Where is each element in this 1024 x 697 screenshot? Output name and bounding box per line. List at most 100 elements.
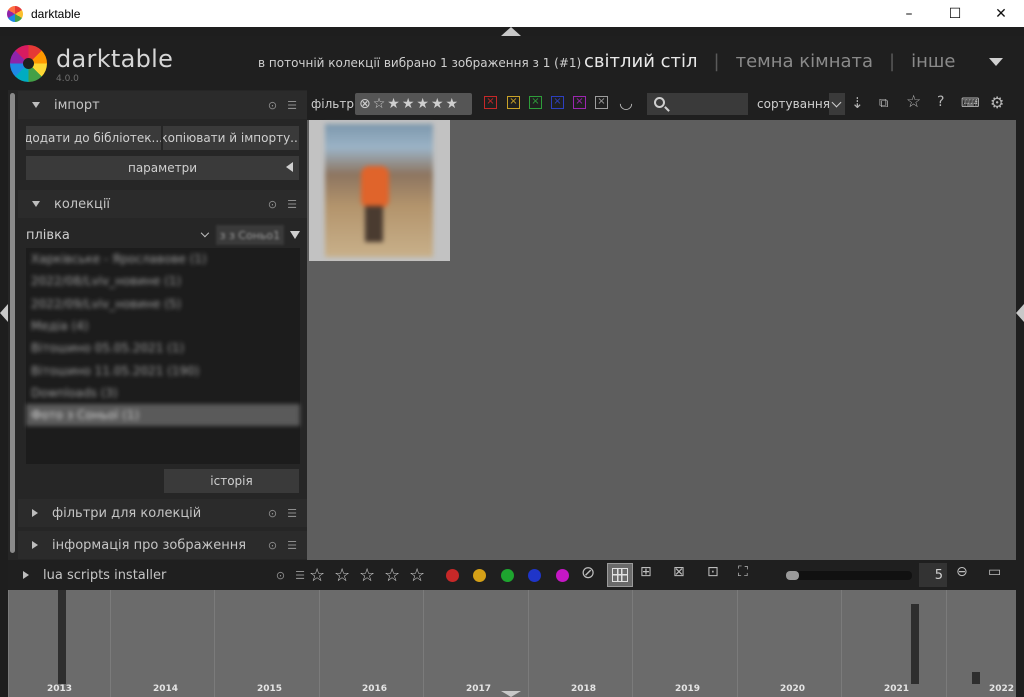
list-item[interactable]: 2022/08/Lviv_новине (1) [26, 270, 300, 292]
presets-icon[interactable]: ☰ [287, 539, 297, 552]
add-to-library-button[interactable]: додати до бібліотек... [26, 126, 161, 150]
star-icon[interactable]: ★ [402, 96, 415, 112]
settings-gear-icon[interactable]: ⚙ [990, 93, 1004, 112]
collection-property-select[interactable]: плівка [26, 228, 202, 243]
collapse-bottom-panel-arrow-icon[interactable] [501, 691, 521, 697]
timeline-year-2015[interactable]: 2015 [214, 590, 319, 697]
color-label-red-dot[interactable] [446, 569, 459, 582]
star-icon[interactable]: ★ [387, 96, 400, 112]
presets-icon[interactable]: ☰ [287, 198, 297, 211]
view-other[interactable]: інше [911, 51, 955, 72]
minimize-button[interactable]: – [886, 0, 932, 27]
rating-filter[interactable]: ⊗ ☆ ★ ★ ★ ★ ★ [355, 93, 472, 115]
list-item[interactable]: Downloads (3) [26, 382, 300, 404]
timeline-year-2016[interactable]: 2016 [319, 590, 423, 697]
list-item[interactable]: Харківське - Ярославове (1) [26, 248, 300, 270]
reset-icon[interactable]: ⊙ [268, 507, 277, 520]
collapse-right-panel-arrow-icon[interactable] [1016, 304, 1024, 322]
and-or-toggle-icon[interactable]: ◡ [619, 93, 633, 112]
presets-icon[interactable]: ☰ [287, 507, 297, 520]
history-button[interactable]: історія [164, 469, 299, 493]
sort-order-icon[interactable]: ⇣ [851, 94, 864, 112]
culling-dynamic-layout-icon[interactable]: ⊡ [707, 564, 719, 580]
timeline-year-2018[interactable]: 2018 [528, 590, 632, 697]
module-collection-filters-header[interactable]: фільтри для колекцій ⊙ ☰ [18, 499, 307, 527]
list-item-selected[interactable]: Фото з Соньої (1) [26, 404, 300, 427]
reset-icon[interactable]: ⊙ [268, 198, 277, 211]
help-icon[interactable]: ? [937, 94, 944, 110]
list-item[interactable]: 2022/09/Lviv_новине (5) [26, 293, 300, 315]
grouping-icon[interactable]: ⧉ [879, 96, 888, 111]
sort-label[interactable]: сортування [757, 97, 830, 111]
color-label-yellow-dot[interactable] [473, 569, 486, 582]
timeline-year-2017[interactable]: 2017 [423, 590, 528, 697]
color-label-blue-toggle[interactable]: × [551, 96, 564, 109]
culling-layout-icon[interactable]: ⊠ [673, 564, 685, 580]
timeline-year-2019[interactable]: 2019 [632, 590, 737, 697]
timeline-year-2022[interactable]: 2022 [946, 590, 1016, 697]
star-icon[interactable]: ★ [446, 96, 459, 112]
maximize-button[interactable]: ☐ [932, 0, 978, 27]
zoom-slider[interactable] [786, 571, 912, 580]
star-overlay-icon[interactable]: ☆ [906, 92, 921, 112]
timeline-year-2021[interactable]: 2021 [841, 590, 946, 697]
import-parameters-button[interactable]: параметри [26, 156, 299, 180]
star-outline-icon[interactable]: ☆ [373, 96, 386, 112]
view-lighttable[interactable]: світлий стіл [584, 51, 698, 72]
copy-and-import-button[interactable]: копіювати й імпорту... [163, 126, 299, 150]
collapse-left-panel-arrow-icon[interactable] [0, 304, 8, 322]
close-button[interactable]: ✕ [978, 0, 1024, 27]
collection-value-input[interactable]: з з Соньо1 [215, 225, 284, 245]
module-import-header[interactable]: імпорт ⊙ ☰ [18, 91, 307, 119]
list-item[interactable]: Вітошино 11.05.2021 (190) [26, 359, 300, 381]
keyboard-shortcuts-icon[interactable]: ⌨ [961, 96, 980, 111]
rule-menu-arrow-icon[interactable] [290, 231, 300, 239]
star-icon[interactable]: ★ [416, 96, 429, 112]
logo-text: darktable [56, 45, 174, 73]
presets-icon[interactable]: ☰ [287, 99, 297, 112]
zoomable-layout-icon[interactable]: ⊞ [640, 564, 652, 580]
reset-icon[interactable]: ⊙ [276, 569, 285, 582]
module-lua-scripts-header[interactable]: lua scripts installer ⊙ ☰ [18, 560, 307, 590]
rate-star-2-icon[interactable]: ☆ [334, 565, 350, 586]
rate-star-5-icon[interactable]: ☆ [409, 565, 425, 586]
zoom-value-input[interactable]: 5 [919, 563, 947, 587]
presets-icon[interactable]: ☰ [295, 569, 305, 582]
preview-layout-icon[interactable]: ⛶ [738, 564, 748, 580]
color-label-blue-dot[interactable] [528, 569, 541, 582]
color-label-purple-dot[interactable] [556, 569, 569, 582]
collapse-top-panel-arrow-icon[interactable] [501, 27, 521, 36]
color-label-red-toggle[interactable]: × [484, 96, 497, 109]
left-panel-scrollbar[interactable] [10, 93, 15, 553]
list-item[interactable]: Медіа (4) [26, 315, 300, 337]
view-darkroom[interactable]: темна кімната [736, 51, 873, 72]
color-label-purple-toggle[interactable]: × [573, 96, 586, 109]
rate-star-4-icon[interactable]: ☆ [384, 565, 400, 586]
reject-filter-icon[interactable]: ⊗ [359, 96, 371, 112]
search-input[interactable] [647, 93, 748, 115]
search-icon [654, 97, 665, 108]
reset-icon[interactable]: ⊙ [268, 99, 277, 112]
reset-icon[interactable]: ⊙ [268, 539, 277, 552]
module-image-info-header[interactable]: інформація про зображення ⊙ ☰ [18, 531, 307, 559]
display-profile-icon[interactable]: ▭ [988, 564, 1001, 580]
timeline-year-label: 2022 [989, 684, 1015, 694]
rate-star-3-icon[interactable]: ☆ [359, 565, 375, 586]
filemanager-layout-button[interactable] [607, 563, 633, 587]
color-label-yellow-toggle[interactable]: × [507, 96, 520, 109]
sort-dropdown[interactable] [829, 93, 845, 115]
module-collections-header[interactable]: колекції ⊙ ☰ [18, 190, 307, 218]
list-item[interactable]: Вітошино 05.05.2021 (1) [26, 337, 300, 359]
color-label-green-dot[interactable] [501, 569, 514, 582]
timeline-year-2014[interactable]: 2014 [110, 590, 214, 697]
clear-color-labels-icon[interactable]: ⊘ [581, 563, 595, 583]
rate-star-1-icon[interactable]: ☆ [309, 565, 325, 586]
color-label-gray-toggle[interactable]: × [595, 96, 608, 109]
focus-peaking-icon[interactable]: ⊖ [956, 564, 968, 580]
views-menu-arrow-icon[interactable] [989, 58, 1003, 66]
color-label-green-toggle[interactable]: × [529, 96, 542, 109]
star-icon[interactable]: ★ [431, 96, 444, 112]
timeline-year-2020[interactable]: 2020 [737, 590, 841, 697]
thumbnail-image[interactable] [325, 124, 433, 257]
timeline[interactable]: 2013 2014 2015 2016 2017 2018 2019 2020 2021 2022 [8, 590, 1016, 697]
